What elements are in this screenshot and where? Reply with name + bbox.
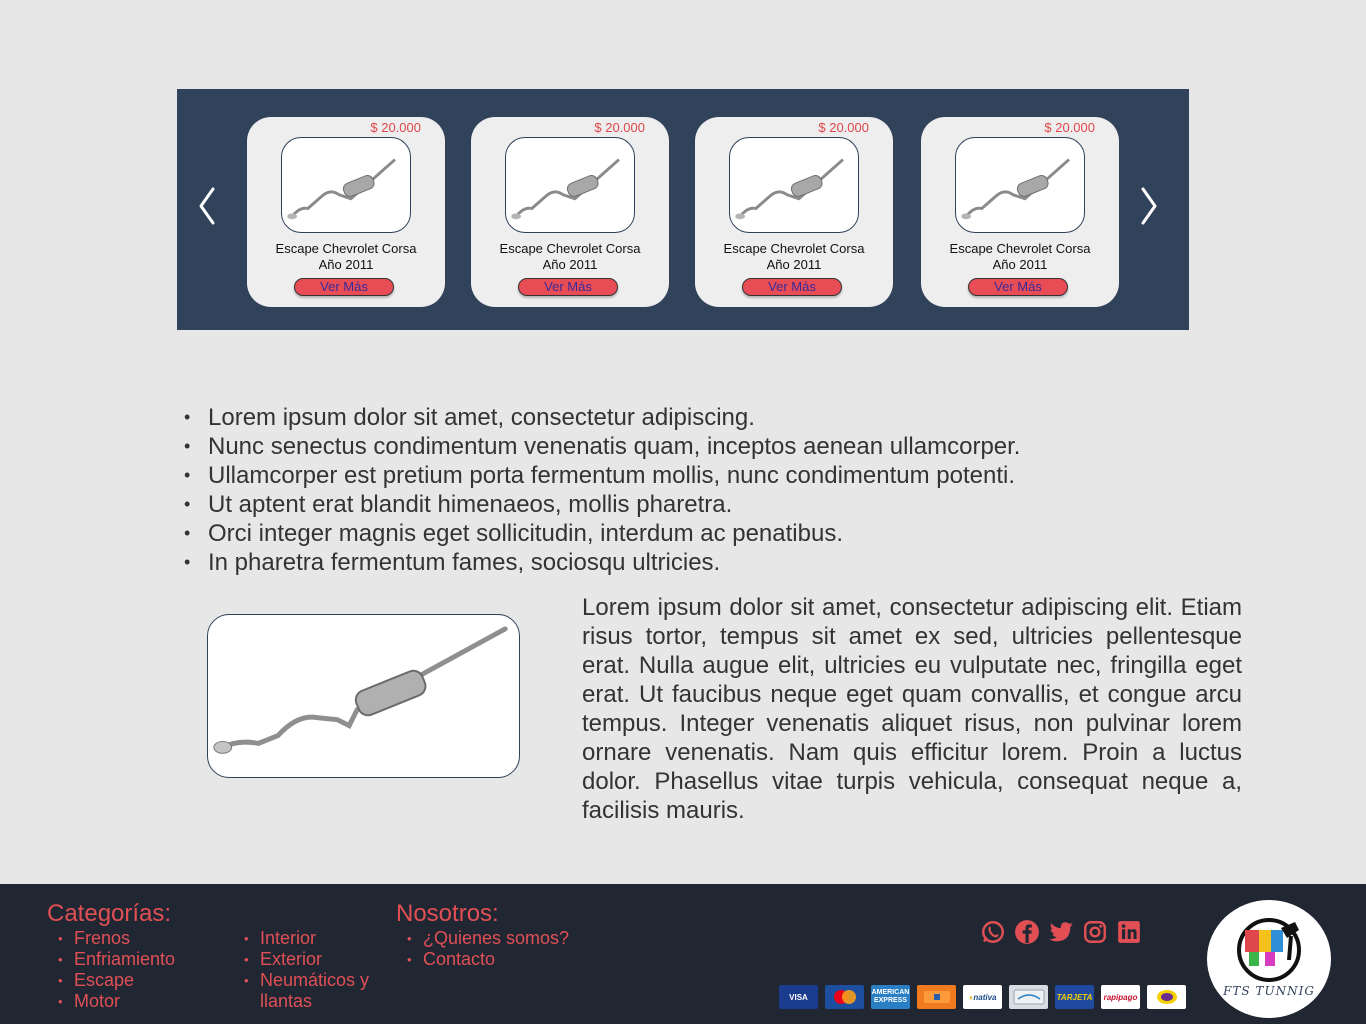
chevron-right-icon — [1141, 187, 1157, 225]
rapipago-logo: rapipago — [1101, 985, 1140, 1009]
tarjeta-shopping-logo: TARJETA — [1055, 985, 1094, 1009]
pagofacil-logo — [1147, 985, 1186, 1009]
category-link[interactable]: Neumáticos y llantas — [244, 970, 384, 1012]
product-image[interactable] — [505, 137, 635, 233]
payment-methods: VISA AMERICAN EXPRESS ◖ nativa TARJETA rap… — [779, 985, 1186, 1009]
carousel-prev-button[interactable] — [193, 181, 223, 231]
mastercard-logo — [825, 985, 864, 1009]
product-price: $ 20.000 — [818, 120, 869, 135]
nativa-logo: ◖ nativa — [963, 985, 1002, 1009]
list-item: Ut aptent erat blandit himenaeos, mollis… — [184, 490, 1020, 519]
categories-title: Categorías: — [47, 900, 172, 927]
product-card: $ 20.000 Escape Chevrolet Corsa Año 2011 … — [471, 117, 669, 307]
product-card: $ 20.000 Escape Chevrolet Corsa Año 2011 … — [695, 117, 893, 307]
chevron-left-icon — [199, 187, 215, 225]
product-description: Lorem ipsum dolor sit amet, consectetur … — [582, 594, 1242, 824]
category-link[interactable]: Motor — [58, 991, 175, 1012]
facebook-icon[interactable] — [1014, 919, 1040, 945]
instagram-icon[interactable] — [1082, 919, 1108, 945]
category-link[interactable]: Interior — [244, 928, 384, 949]
contact-link[interactable]: Contacto — [407, 949, 569, 970]
visa-logo: VISA — [779, 985, 818, 1009]
product-price: $ 20.000 — [370, 120, 421, 135]
amex-logo: AMERICAN EXPRESS — [871, 985, 910, 1009]
product-image[interactable] — [729, 137, 859, 233]
categories-list: Frenos Enfriamiento Escape Motor — [58, 928, 175, 1012]
see-more-button[interactable]: Ver Más — [294, 278, 394, 296]
list-item: In pharetra fermentum fames, sociosqu ul… — [184, 548, 1020, 577]
product-carousel: $ 20.000 Escape Chevrolet Corsa Año 2011 … — [177, 89, 1189, 330]
product-name: Escape Chevrolet Corsa Año 2011 — [949, 241, 1091, 272]
list-item: Orci integer magnis eget sollicitudin, i… — [184, 519, 1020, 548]
product-image[interactable] — [281, 137, 411, 233]
category-link[interactable]: Exterior — [244, 949, 384, 970]
site-footer: Categorías: Frenos Enfriamiento Escape M… — [0, 884, 1366, 1024]
product-image[interactable] — [955, 137, 1085, 233]
naranja-logo — [917, 985, 956, 1009]
whatsapp-icon[interactable] — [980, 919, 1006, 945]
product-detail-image — [207, 614, 520, 778]
product-card: $ 20.000 Escape Chevrolet Corsa Año 2011 … — [247, 117, 445, 307]
list-item: Lorem ipsum dolor sit amet, consectetur … — [184, 403, 1020, 432]
product-price: $ 20.000 — [594, 120, 645, 135]
category-link[interactable]: Frenos — [58, 928, 175, 949]
product-name: Escape Chevrolet Corsa Año 2011 — [499, 241, 641, 272]
cabal-logo — [1009, 985, 1048, 1009]
list-item: Ullamcorper est pretium porta fermentum … — [184, 461, 1020, 490]
see-more-button[interactable]: Ver Más — [968, 278, 1068, 296]
product-name: Escape Chevrolet Corsa Año 2011 — [723, 241, 865, 272]
feature-list: Lorem ipsum dolor sit amet, consectetur … — [184, 403, 1020, 577]
product-card: $ 20.000 Escape Chevrolet Corsa Año 2011 … — [921, 117, 1119, 307]
about-title: Nosotros: — [396, 900, 499, 927]
product-name: Escape Chevrolet Corsa Año 2011 — [275, 241, 417, 272]
fts-logo-icon — [1237, 918, 1301, 982]
linkedin-icon[interactable] — [1116, 919, 1142, 945]
category-link[interactable]: Escape — [58, 970, 175, 991]
list-item: Nunc senectus condimentum venenatis quam… — [184, 432, 1020, 461]
social-links — [980, 919, 1142, 945]
product-price: $ 20.000 — [1044, 120, 1095, 135]
brand-name: FTS TUNNIG — [1223, 984, 1315, 998]
category-link[interactable]: Enfriamiento — [58, 949, 175, 970]
brand-logo[interactable]: FTS TUNNIG — [1207, 900, 1331, 1018]
see-more-button[interactable]: Ver Más — [518, 278, 618, 296]
about-link[interactable]: ¿Quienes somos? — [407, 928, 569, 949]
twitter-icon[interactable] — [1048, 919, 1074, 945]
carousel-next-button[interactable] — [1133, 181, 1163, 231]
categories-list-2: Interior Exterior Neumáticos y llantas — [244, 928, 384, 1012]
see-more-button[interactable]: Ver Más — [742, 278, 842, 296]
about-list: ¿Quienes somos? Contacto — [407, 928, 569, 970]
